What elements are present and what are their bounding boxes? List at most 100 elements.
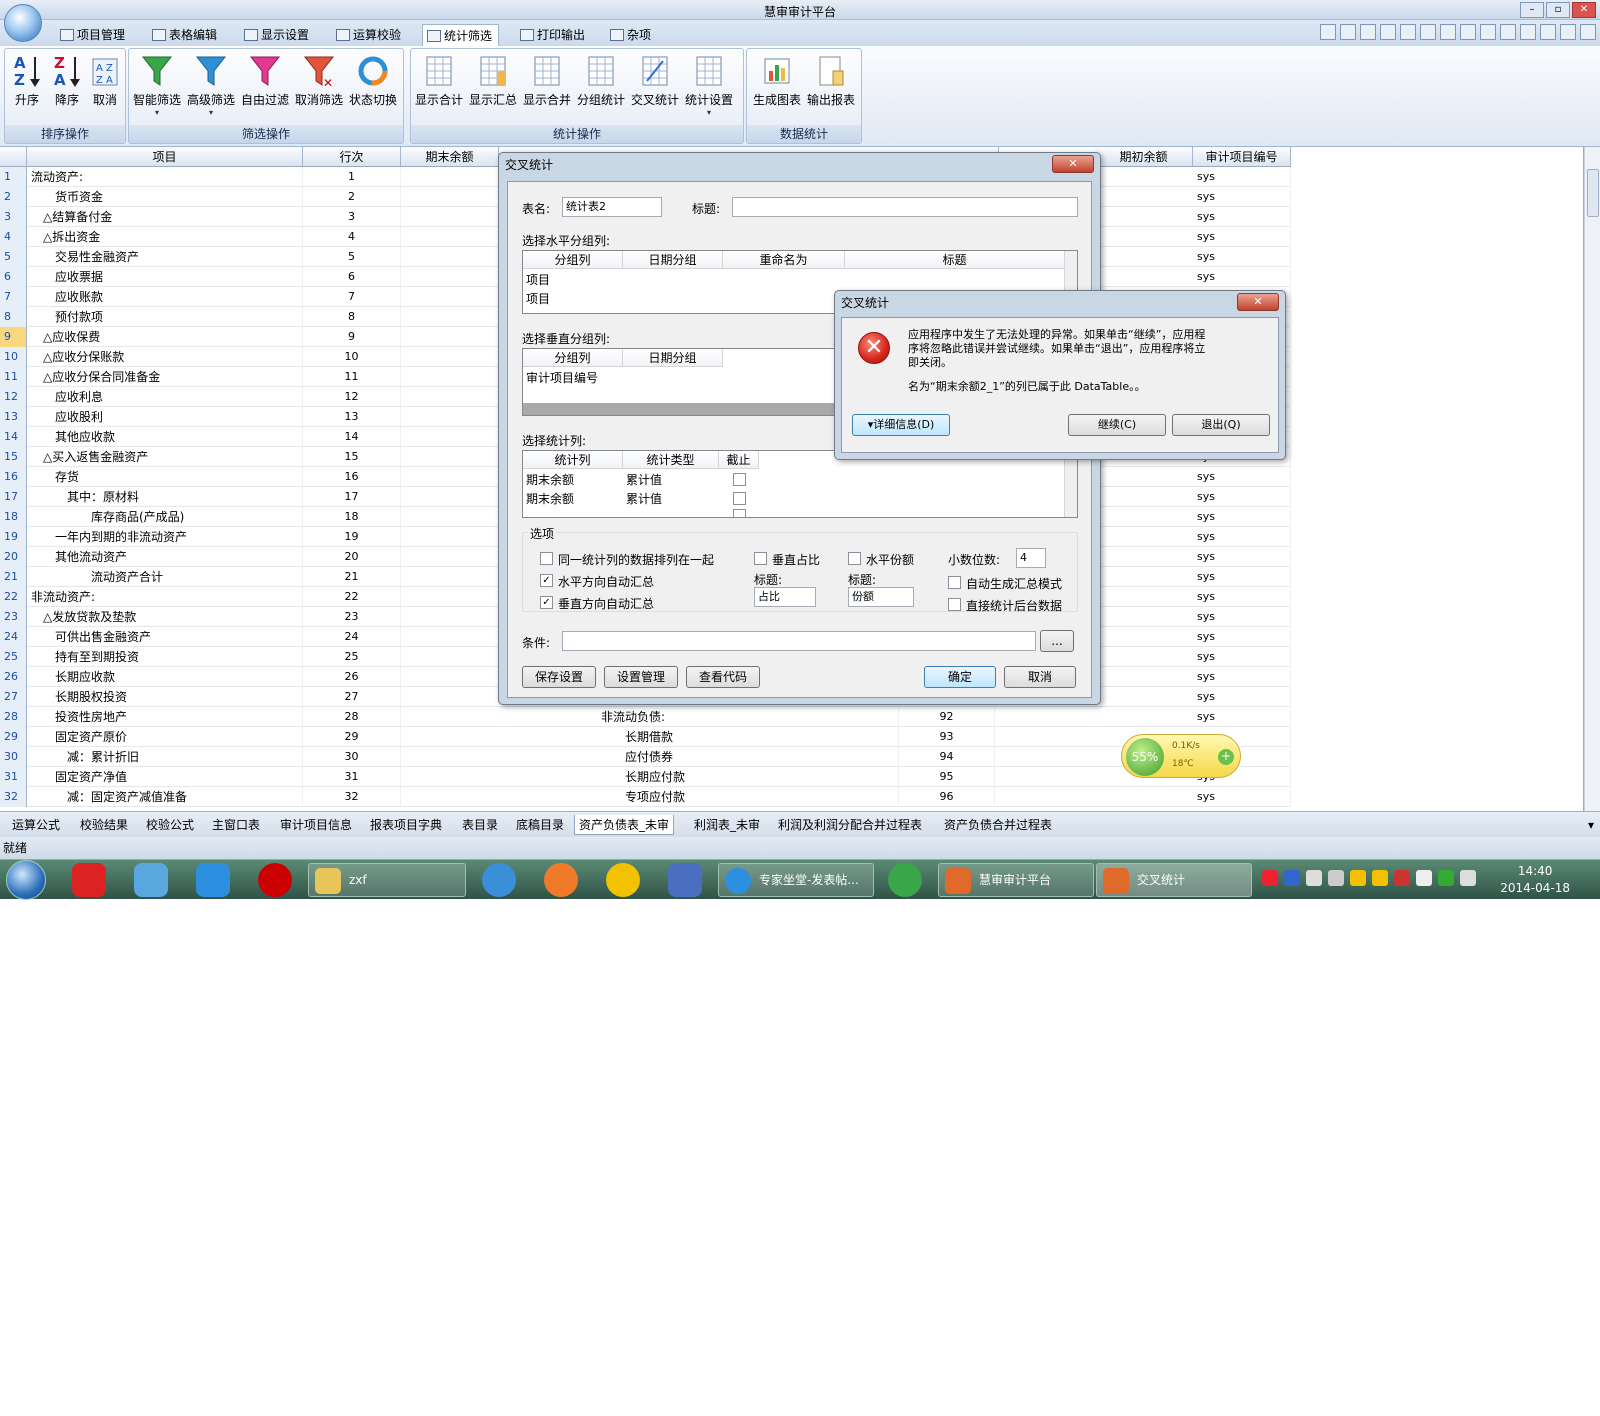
save-icon[interactable] — [1460, 24, 1476, 40]
cell-line-no[interactable]: 32 — [303, 787, 401, 807]
cell-liability-no[interactable]: 94 — [899, 747, 995, 767]
cell-liability-no[interactable]: 92 — [899, 707, 995, 727]
row-number[interactable]: 13 — [0, 407, 27, 427]
stat-list[interactable]: 统计列 统计类型 截止 期末余额 累计值 期末余额 累计值 — [522, 450, 1078, 518]
table-row[interactable]: 28 投资性房地产 28 非流动负债: 92 sys — [0, 707, 1291, 727]
cell-audit-no[interactable]: sys — [1193, 687, 1291, 707]
calendar-icon[interactable] — [668, 863, 702, 897]
row-number[interactable]: 1 — [0, 167, 27, 187]
cell-line-no[interactable]: 18 — [303, 507, 401, 527]
row-number[interactable]: 21 — [0, 567, 27, 587]
sheet-tab[interactable]: 利润及利润分配合并过程表 — [774, 815, 926, 835]
cell-audit-no[interactable]: sys — [1193, 487, 1291, 507]
sort-asc-button[interactable]: AZ 升序 — [7, 51, 47, 108]
row-number[interactable]: 5 — [0, 247, 27, 267]
row-number[interactable]: 6 — [0, 267, 27, 287]
cell-line-no[interactable]: 29 — [303, 727, 401, 747]
row-number[interactable]: 27 — [0, 687, 27, 707]
sort-cancel-button[interactable]: A ZZ A 取消 — [85, 51, 125, 108]
decimals-spinner[interactable]: 4 — [1016, 548, 1046, 568]
edit-icon[interactable] — [1340, 24, 1356, 40]
cell-line-no[interactable]: 13 — [303, 407, 401, 427]
cell-line-no[interactable]: 28 — [303, 707, 401, 727]
row-number[interactable]: 28 — [0, 707, 27, 727]
cell-item[interactable]: 其他应收款 — [29, 427, 303, 447]
cell-item[interactable]: 一年内到期的非流动资产 — [29, 527, 303, 547]
cell-line-no[interactable]: 31 — [303, 767, 401, 787]
minimize-button[interactable]: – — [1520, 2, 1544, 18]
list-item[interactable]: 期末余额 — [526, 471, 574, 488]
cell-item[interactable]: 应收股利 — [29, 407, 303, 427]
cell-audit-no[interactable]: sys — [1193, 527, 1291, 547]
sheet-tab[interactable]: 表目录 — [458, 815, 502, 835]
save-settings-button[interactable]: 保存设置 — [522, 666, 596, 688]
cell-audit-no[interactable]: sys — [1193, 787, 1291, 807]
cell-item[interactable]: 货币资金 — [29, 187, 303, 207]
output-report-button[interactable]: 输出报表 — [805, 51, 857, 108]
cell-item[interactable]: 其中：原材料 — [29, 487, 303, 507]
cell-line-no[interactable]: 21 — [303, 567, 401, 587]
bird-icon[interactable] — [134, 863, 168, 897]
continue-button[interactable]: 继续(C) — [1068, 414, 1166, 436]
row-number[interactable]: 12 — [0, 387, 27, 407]
same-stat-checkbox[interactable] — [540, 552, 553, 565]
column-header-audit-no[interactable]: 审计项目编号 — [1193, 147, 1291, 167]
cross-stat-button[interactable]: 交叉统计 — [629, 51, 681, 108]
tab-stat-filter[interactable]: 统计筛选 — [422, 24, 500, 46]
tab-project[interactable]: 项目管理 — [56, 24, 131, 46]
sheet-tab[interactable]: 校验公式 — [142, 815, 198, 835]
cell-line-no[interactable]: 10 — [303, 347, 401, 367]
row-number[interactable]: 18 — [0, 507, 27, 527]
cancel-filter-button[interactable]: ✕ 取消筛选 — [293, 51, 345, 108]
row-number[interactable]: 23 — [0, 607, 27, 627]
tab-table-edit[interactable]: 表格编辑 — [148, 24, 223, 46]
cell-item[interactable]: 固定资产原价 — [29, 727, 303, 747]
table-row[interactable]: 32 减：固定资产减值准备 32 专项应付款 96 sys — [0, 787, 1291, 807]
column-header-line-no[interactable]: 行次 — [303, 147, 401, 167]
volume-icon[interactable] — [1460, 870, 1476, 886]
ok-button[interactable]: 确定 — [924, 666, 996, 688]
qq-tray-icon[interactable] — [1372, 870, 1388, 886]
list-item[interactable]: 累计值 — [626, 490, 662, 507]
cell-item[interactable]: 流动资产: — [29, 167, 303, 187]
row-number[interactable]: 16 — [0, 467, 27, 487]
smart-filter-button[interactable]: 智能筛选 ▾ — [131, 51, 183, 118]
copy-icon[interactable] — [1360, 24, 1376, 40]
row-number[interactable]: 3 — [0, 207, 27, 227]
cell-liability-item[interactable]: 长期应付款 — [599, 767, 899, 787]
network-icon[interactable] — [1438, 870, 1454, 886]
row-number[interactable]: 4 — [0, 227, 27, 247]
taskbar-item-app[interactable]: 慧审审计平台 — [938, 863, 1094, 897]
cell-audit-no[interactable]: sys — [1193, 587, 1291, 607]
cutoff-checkbox[interactable] — [733, 473, 746, 486]
sheet-tabs-menu-icon[interactable]: ▾ — [1584, 815, 1598, 835]
cell-audit-no[interactable]: sys — [1193, 547, 1291, 567]
cell-line-no[interactable]: 24 — [303, 627, 401, 647]
v-pct-checkbox[interactable] — [754, 552, 767, 565]
row-number[interactable]: 30 — [0, 747, 27, 767]
cell-item[interactable]: 流动资产合计 — [29, 567, 303, 587]
cell-line-no[interactable]: 3 — [303, 207, 401, 227]
cell-audit-no[interactable]: sys — [1193, 167, 1291, 187]
cell-line-no[interactable]: 20 — [303, 547, 401, 567]
cutoff-checkbox[interactable] — [733, 509, 746, 517]
tab-misc[interactable]: 杂项 — [606, 24, 657, 46]
maximize-button[interactable]: ▫ — [1546, 2, 1570, 18]
cell-line-no[interactable]: 27 — [303, 687, 401, 707]
cell-item[interactable]: 长期应收款 — [29, 667, 303, 687]
row-number[interactable]: 29 — [0, 727, 27, 747]
chrome-icon[interactable] — [888, 863, 922, 897]
column-header-item[interactable]: 项目 — [27, 147, 303, 167]
cell-item[interactable]: △应收分保账款 — [29, 347, 303, 367]
cell-item[interactable]: 交易性金融资产 — [29, 247, 303, 267]
cell-line-no[interactable]: 14 — [303, 427, 401, 447]
sheet-tab[interactable]: 报表项目字典 — [366, 815, 446, 835]
network-gadget[interactable]: 55% 0.1K/s 18℃ + — [1121, 734, 1241, 778]
clock[interactable]: 14:40 2014-04-18 — [1500, 863, 1570, 897]
advanced-filter-button[interactable]: 高级筛选 ▾ — [185, 51, 237, 118]
details-button[interactable]: ▾详细信息(D) — [852, 414, 950, 436]
sheet-tab[interactable]: 资产负债表_未审 — [574, 815, 675, 835]
preview-icon[interactable] — [1480, 24, 1496, 40]
cell-item[interactable]: 非流动资产: — [29, 587, 303, 607]
cell-line-no[interactable]: 22 — [303, 587, 401, 607]
